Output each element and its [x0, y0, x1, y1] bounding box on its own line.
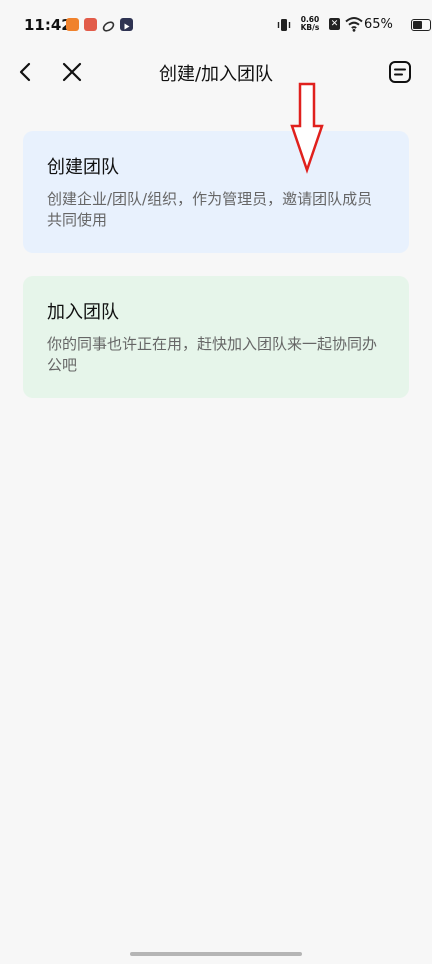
create-team-title: 创建团队 — [47, 157, 119, 178]
vibrate-icon — [276, 17, 292, 37]
menu-icon[interactable] — [386, 58, 414, 86]
notification-app-icon — [84, 18, 97, 31]
create-team-card[interactable]: 创建团队 创建企业/团队/组织，作为管理员，邀请团队成员共同使用 — [23, 131, 409, 253]
battery-percent: 65% — [364, 17, 393, 32]
wifi-icon — [345, 16, 363, 36]
notification-app-icon — [66, 18, 79, 31]
join-team-card[interactable]: 加入团队 你的同事也许正在用，赶快加入团队来一起协同办公吧 — [23, 276, 409, 398]
network-speed: 0.60 KB/s — [298, 16, 322, 32]
navigation-header: 创建/加入团队 — [0, 48, 432, 96]
home-indicator[interactable] — [130, 952, 302, 956]
annotation-arrow-icon — [290, 82, 324, 174]
no-sim-icon: ✕ — [329, 18, 340, 30]
network-speed-unit: KB/s — [300, 23, 320, 32]
notification-app-icon — [102, 18, 115, 32]
battery-level — [413, 21, 422, 29]
status-time: 11:42 — [24, 16, 72, 34]
create-team-description: 创建企业/团队/组织，作为管理员，邀请团队成员共同使用 — [47, 190, 373, 229]
join-team-description: 你的同事也许正在用，赶快加入团队来一起协同办公吧 — [47, 335, 378, 374]
battery-icon — [411, 19, 431, 31]
notification-app-icon — [120, 18, 133, 31]
page-title: 创建/加入团队 — [158, 64, 274, 85]
join-team-title: 加入团队 — [47, 302, 119, 323]
status-bar: 11:42 0.60 KB/s ✕ 65% — [0, 0, 432, 48]
